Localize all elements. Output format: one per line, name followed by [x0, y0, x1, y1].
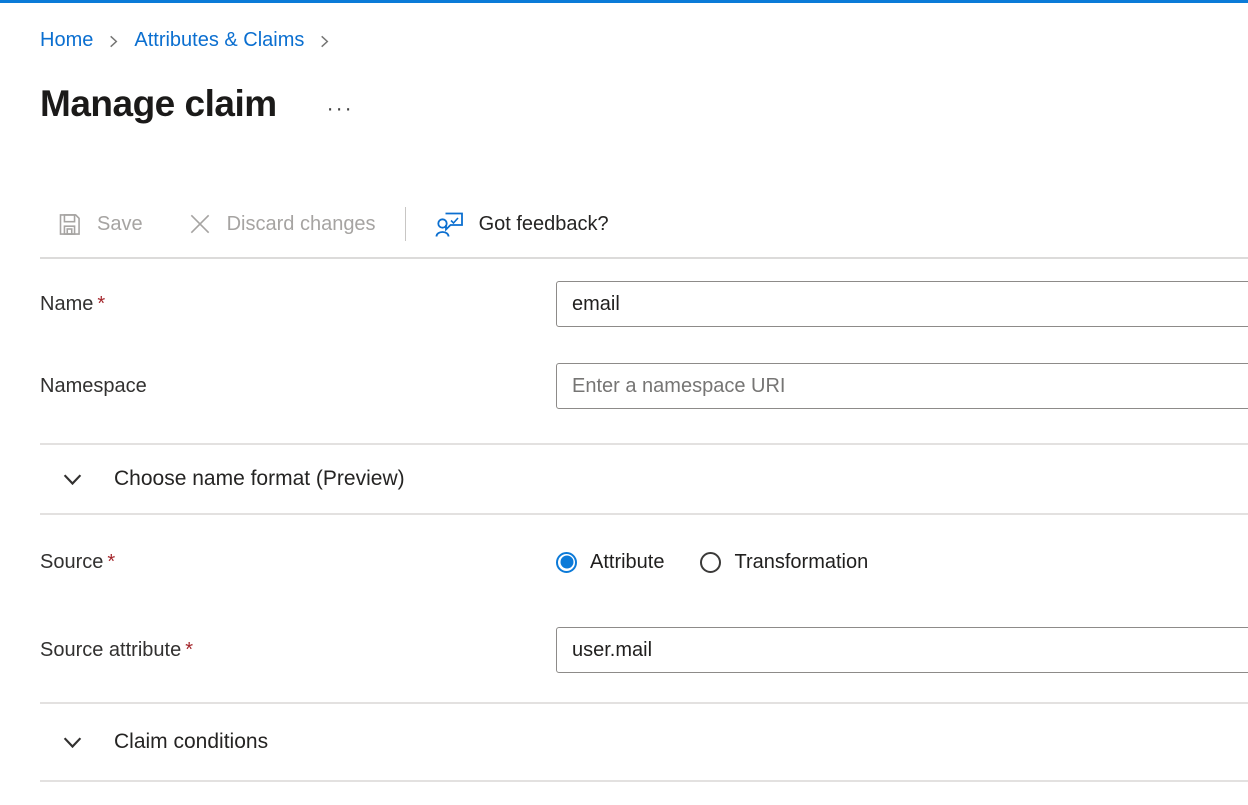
close-icon — [187, 211, 213, 237]
got-feedback-label: Got feedback? — [479, 213, 609, 236]
choose-name-format-section-header[interactable]: Choose name format (Preview) — [40, 445, 1248, 513]
name-input-wrap — [556, 281, 1248, 327]
claim-conditions-section-header[interactable]: Claim conditions — [40, 704, 1248, 780]
required-indicator: * — [107, 551, 115, 573]
breadcrumb-link-attributes-claims[interactable]: Attributes & Claims — [134, 29, 304, 52]
required-indicator: * — [185, 639, 193, 661]
source-radio-group: Attribute Transformation — [556, 551, 868, 574]
claim-conditions-label: Claim conditions — [114, 730, 268, 754]
save-label: Save — [97, 213, 143, 236]
radio-transformation-label: Transformation — [734, 551, 868, 574]
source-attribute-field-row: Source attribute* — [40, 627, 1248, 673]
more-options-button[interactable]: ··· — [327, 104, 354, 114]
source-label: Source* — [40, 551, 556, 574]
command-bar: Save Discard changes Got feedback? — [40, 204, 1248, 244]
radio-attribute-label: Attribute — [590, 551, 664, 574]
namespace-field-row: Namespace — [40, 363, 1248, 409]
name-field-row: Name* — [40, 281, 1248, 327]
radio-selected-icon — [556, 552, 577, 573]
page-title: Manage claim — [40, 80, 277, 128]
toolbar-divider — [405, 207, 406, 241]
radio-option-attribute[interactable]: Attribute — [556, 551, 664, 574]
manage-claim-blade: Home Attributes & Claims Manage claim ··… — [0, 29, 1248, 782]
title-row: Manage claim ··· — [40, 80, 1248, 128]
toolbar-bottom-divider — [40, 257, 1248, 259]
required-indicator: * — [97, 293, 105, 315]
breadcrumb-link-home[interactable]: Home — [40, 29, 93, 52]
save-icon — [56, 211, 83, 238]
source-attribute-label: Source attribute* — [40, 639, 556, 662]
namespace-input-wrap — [556, 363, 1248, 409]
breadcrumb: Home Attributes & Claims — [40, 29, 1248, 52]
chevron-right-icon — [106, 34, 121, 49]
save-button[interactable]: Save — [41, 204, 158, 244]
name-input[interactable] — [556, 281, 1248, 327]
chevron-right-icon — [317, 34, 332, 49]
chevron-down-icon — [61, 731, 84, 754]
radio-unselected-icon — [700, 552, 721, 573]
radio-option-transformation[interactable]: Transformation — [700, 551, 868, 574]
source-field-row: Source* Attribute Transformation — [40, 539, 1248, 585]
source-attribute-input[interactable] — [556, 627, 1248, 673]
source-attribute-label-text: Source attribute — [40, 639, 181, 661]
section-divider — [40, 513, 1248, 515]
source-label-text: Source — [40, 551, 103, 573]
source-attribute-input-wrap — [556, 627, 1248, 673]
got-feedback-button[interactable]: Got feedback? — [420, 204, 624, 244]
discard-changes-button[interactable]: Discard changes — [172, 204, 391, 244]
top-accent-bar — [0, 0, 1248, 3]
feedback-icon — [435, 210, 465, 239]
namespace-label: Namespace — [40, 375, 556, 398]
section-divider — [40, 780, 1248, 782]
namespace-input[interactable] — [556, 363, 1248, 409]
choose-name-format-label: Choose name format (Preview) — [114, 467, 405, 491]
name-label: Name* — [40, 293, 556, 316]
chevron-down-icon — [61, 468, 84, 491]
discard-changes-label: Discard changes — [227, 213, 376, 236]
name-label-text: Name — [40, 293, 93, 315]
